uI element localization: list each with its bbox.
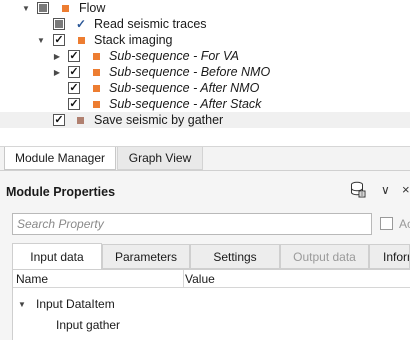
module-square-icon: [93, 101, 100, 108]
module-square-icon: [78, 37, 85, 44]
grid-header: Name Value: [13, 270, 410, 288]
column-header-value[interactable]: Value: [185, 272, 215, 286]
chevron-down-icon[interactable]: ∨: [381, 183, 390, 197]
check-icon: ✓: [54, 34, 64, 46]
tree-item-label: Flow: [79, 1, 106, 15]
tree-item-label: Sub-sequence - Before NMO: [109, 65, 271, 79]
tree-item-label: Stack imaging: [94, 33, 173, 47]
check-icon: ✓: [69, 50, 79, 62]
tree-row-flow[interactable]: ▼ Flow: [0, 0, 410, 16]
advanced-checkbox[interactable]: [380, 217, 393, 230]
tree-row-subseq-for-va[interactable]: ▶ ✓ Sub-sequence - For VA: [0, 48, 410, 64]
check-icon: ✓: [69, 66, 79, 78]
group-label: Input DataItem: [36, 297, 115, 311]
tab-information[interactable]: Inform: [369, 244, 410, 269]
property-name: Input gather: [56, 318, 121, 332]
module-properties-panel: Module Properties ∨ × Ac Input data Para…: [0, 170, 410, 340]
partial-check-icon: [39, 4, 47, 12]
module-square-icon: [77, 117, 84, 124]
tree-checkbox-partial[interactable]: [53, 18, 65, 30]
tree-row-read-seismic[interactable]: ✓ Read seismic traces: [0, 16, 410, 32]
tab-input-data[interactable]: Input data: [12, 243, 102, 270]
check-icon: ✓: [54, 114, 64, 126]
tree-row-save-seismic[interactable]: ✓ Save seismic by gather: [0, 112, 410, 128]
view-tab-bar: Module Manager Graph View: [0, 146, 410, 170]
flow-tree: ▼ Flow ✓ Read seismic traces ▼ ✓ Stack i…: [0, 0, 410, 146]
tree-row-subseq-after-nmo[interactable]: ✓ Sub-sequence - After NMO: [0, 80, 410, 96]
module-square-icon: [93, 69, 100, 76]
tree-checkbox-checked[interactable]: ✓: [68, 98, 80, 110]
expand-arrow-icon[interactable]: ▶: [52, 51, 62, 61]
advanced-label: Ac: [399, 217, 410, 231]
tree-checkbox-checked[interactable]: ✓: [53, 114, 65, 126]
collapse-arrow-icon[interactable]: ▼: [18, 300, 26, 309]
tab-module-manager[interactable]: Module Manager: [4, 147, 116, 170]
close-icon[interactable]: ×: [402, 182, 410, 197]
tree-checkbox-checked[interactable]: ✓: [68, 66, 80, 78]
property-grid: Name Value ▼ Input DataItem Input gather: [12, 269, 410, 340]
check-icon: ✓: [69, 82, 79, 94]
tree-checkbox-partial[interactable]: [37, 2, 49, 14]
module-square-icon: [93, 85, 100, 92]
search-property-input[interactable]: [12, 213, 372, 235]
tab-output-data[interactable]: Output data: [280, 244, 369, 269]
tree-item-label: Save seismic by gather: [94, 113, 224, 127]
column-header-name[interactable]: Name: [16, 272, 48, 286]
tree-row-subseq-before-nmo[interactable]: ▶ ✓ Sub-sequence - Before NMO: [0, 64, 410, 80]
tree-row-stack-imaging[interactable]: ▼ ✓ Stack imaging: [0, 32, 410, 48]
tree-item-label: Sub-sequence - After Stack: [109, 97, 262, 111]
expand-arrow-icon[interactable]: ▶: [52, 67, 62, 77]
module-square-icon: [62, 5, 69, 12]
collapse-arrow-icon[interactable]: ▼: [21, 3, 31, 13]
tree-checkbox-checked[interactable]: ✓: [68, 82, 80, 94]
tree-item-label: Sub-sequence - For VA: [109, 49, 239, 63]
tree-checkbox-checked[interactable]: ✓: [53, 34, 65, 46]
tree-checkbox-checked[interactable]: ✓: [68, 50, 80, 62]
validated-check-icon: ✓: [76, 17, 87, 31]
partial-check-icon: [55, 20, 63, 28]
panel-title: Module Properties: [6, 185, 116, 199]
column-divider[interactable]: [183, 270, 184, 288]
tree-row-subseq-after-stack[interactable]: ✓ Sub-sequence - After Stack: [0, 96, 410, 112]
tree-item-label: Sub-sequence - After NMO: [109, 81, 260, 95]
module-square-icon: [93, 53, 100, 60]
database-icon[interactable]: [350, 181, 366, 199]
grid-property-row[interactable]: Input gather: [13, 315, 410, 335]
collapse-arrow-icon[interactable]: ▼: [36, 35, 46, 45]
tab-graph-view[interactable]: Graph View: [117, 147, 203, 170]
grid-group-row[interactable]: ▼ Input DataItem: [13, 294, 410, 314]
tab-parameters[interactable]: Parameters: [102, 244, 190, 269]
check-icon: ✓: [69, 98, 79, 110]
tree-item-label: Read seismic traces: [94, 17, 207, 31]
tab-settings[interactable]: Settings: [190, 244, 280, 269]
